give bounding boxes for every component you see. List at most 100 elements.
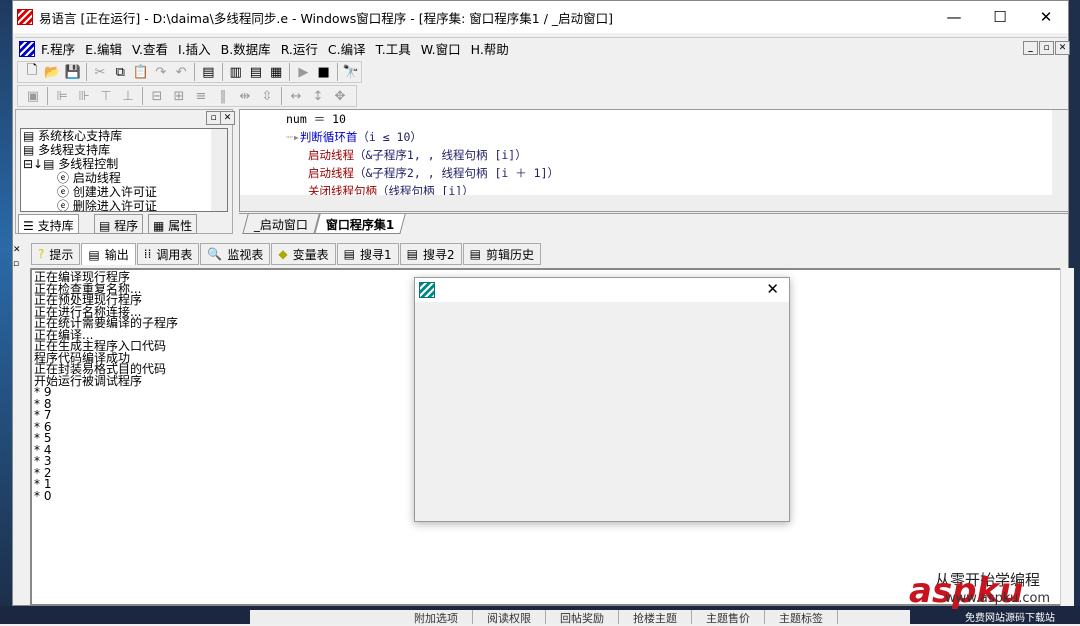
tab-library[interactable]: ☰ 支持库: [18, 214, 79, 234]
tab-properties[interactable]: ▦ 属性: [148, 214, 198, 234]
copy-icon[interactable]: ⧉: [110, 62, 130, 82]
library-panel: ▫ ✕ ▤ 系统核心支持库 ▤ 多线程支持库 ⊟↓▤ 多线程控制 ⓔ 启动线程 …: [15, 109, 235, 234]
window-title: 易语言 [正在运行] - D:\daima\多线程同步.e - Windows窗…: [39, 10, 614, 26]
form-icon[interactable]: ▣: [22, 86, 44, 106]
distribute-v-icon[interactable]: ⇳: [256, 86, 278, 106]
center-h-icon[interactable]: ⊟: [146, 86, 168, 106]
editor-vscrollbar[interactable]: [1052, 110, 1068, 196]
paste-icon[interactable]: 📋: [130, 62, 150, 82]
redo-icon[interactable]: ↷: [151, 62, 171, 82]
dialog-app-icon: [419, 282, 435, 298]
tree-item[interactable]: ⓔ 创建进入许可证: [21, 185, 227, 199]
space-v-icon[interactable]: ‖: [212, 86, 234, 106]
output-scrollbar[interactable]: [1060, 268, 1074, 606]
tree-scrollbar[interactable]: [211, 129, 227, 211]
new-file-icon[interactable]: 🗋: [22, 62, 42, 82]
undo-icon[interactable]: ↶: [171, 62, 191, 82]
tab-variables[interactable]: ◆ 变量表: [271, 243, 336, 265]
dialog-close-button[interactable]: ✕: [766, 280, 779, 298]
align-left-icon[interactable]: ⊫: [51, 86, 73, 106]
stop-icon[interactable]: ■: [314, 62, 334, 82]
center-v-icon[interactable]: ⊞: [168, 86, 190, 106]
code-line: ┈▸判断循环首（i ≤ 10）: [286, 130, 422, 144]
mdi-restore-button[interactable]: ▫: [1039, 41, 1054, 55]
tree-item[interactable]: ▤ 系统核心支持库: [21, 129, 227, 143]
cut-icon[interactable]: ✂: [90, 62, 110, 82]
bg-tab: 抢楼主题: [619, 610, 692, 625]
output-panel-close-icon[interactable]: ✕: [13, 245, 21, 255]
tree-item[interactable]: ⓔ 删除进入许可证: [21, 199, 227, 211]
find-icon[interactable]: ▤: [198, 62, 218, 82]
menu-database[interactable]: B.数据库: [221, 39, 271, 58]
same-height-icon[interactable]: ↕: [307, 86, 329, 106]
tab-search1[interactable]: ▤ 搜寻1: [336, 243, 399, 265]
code-line: 启动线程（&子程序2, , 线程句柄 [i ＋ 1]）: [308, 166, 560, 180]
tree-item[interactable]: ▤ 多线程支持库: [21, 143, 227, 157]
align-right-icon[interactable]: ⊪: [73, 86, 95, 106]
minimize-button[interactable]: —: [931, 1, 977, 33]
align-top-icon[interactable]: ⊤: [95, 86, 117, 106]
watermark: 从零开始学编程 aspku www.aspku.com 免费网站源码下载站: [905, 565, 1075, 624]
tree-item[interactable]: ⊟↓▤ 多线程控制: [21, 157, 227, 171]
panel-float-button[interactable]: ▫: [206, 111, 221, 125]
layout-1-icon[interactable]: ▥: [225, 62, 245, 82]
align-bottom-icon[interactable]: ⊥: [117, 86, 139, 106]
tab-clip-history[interactable]: ▤ 剪辑历史: [462, 243, 541, 265]
main-toolbar: 🗋 📂 💾 ✂ ⧉ 📋 ↷ ↶ ▤ ▥ ▤ ▦ ▶ ■ 🔭: [17, 61, 362, 83]
align-toolbar: ▣ ⊫ ⊪ ⊤ ⊥ ⊟ ⊞ ≡ ‖ ⇹ ⇳ ↔ ↕ ✥: [17, 85, 357, 107]
code-content: num ＝ 10 ┈▸判断循环首（i ≤ 10） 启动线程（&子程序1, , 线…: [260, 110, 559, 200]
binoculars-icon[interactable]: 🔭: [341, 62, 361, 82]
code-line: 启动线程（&子程序1, , 线程句柄 [i]）: [308, 148, 527, 162]
output-text: 正在编译现行程序 正在检查重复名称... 正在预处理现行程序 正在进行名称连接.…: [34, 270, 179, 503]
same-width-icon[interactable]: ↔: [285, 86, 307, 106]
menu-window[interactable]: W.窗口: [421, 39, 461, 58]
mdi-minimize-button[interactable]: _: [1023, 41, 1038, 55]
editor-hscrollbar[interactable]: [240, 195, 1068, 211]
tab-startup-window[interactable]: _启动窗口: [242, 214, 320, 234]
bg-tab: 附加选项: [400, 610, 473, 625]
maximize-button[interactable]: ☐: [977, 1, 1023, 33]
desktop-left: [0, 0, 12, 624]
bg-tab: 主题售价: [692, 610, 765, 625]
code-tabs: _启动窗口 窗口程序集1: [239, 213, 1069, 234]
output-panel-float-icon[interactable]: ▫: [13, 259, 19, 269]
layout-3-icon[interactable]: ▦: [266, 62, 286, 82]
menu-edit[interactable]: E.编辑: [85, 39, 122, 58]
space-h-icon[interactable]: ≡: [190, 86, 212, 106]
run-icon[interactable]: ▶: [293, 62, 313, 82]
menu-insert[interactable]: I.插入: [178, 39, 211, 58]
tab-watch[interactable]: 🔍 监视表: [200, 243, 271, 265]
bg-tab: 回帖奖励: [546, 610, 619, 625]
tab-output[interactable]: ▤ 输出: [81, 243, 136, 265]
dialog-title-bar: ✕: [415, 278, 789, 302]
tab-program[interactable]: ▤ 程序: [94, 214, 144, 234]
menu-help[interactable]: H.帮助: [471, 39, 509, 58]
app-icon: [17, 9, 33, 25]
tree-item[interactable]: ⓔ 启动线程: [21, 171, 227, 185]
save-icon[interactable]: 💾: [63, 62, 83, 82]
menu-run[interactable]: R.运行: [281, 39, 318, 58]
open-folder-icon[interactable]: 📂: [42, 62, 62, 82]
code-editor[interactable]: num ＝ 10 ┈▸判断循环首（i ≤ 10） 启动线程（&子程序1, , 线…: [239, 109, 1069, 212]
menu-bar: F.程序 E.编辑 V.查看 I.插入 B.数据库 R.运行 C.编译 T.工具…: [15, 37, 1070, 59]
menu-program[interactable]: F.程序: [41, 39, 75, 58]
close-button[interactable]: ✕: [1023, 1, 1069, 33]
tab-window-module[interactable]: 窗口程序集1: [314, 214, 407, 234]
tab-hint[interactable]: ? 提示: [31, 243, 81, 265]
bg-tab: 阅读权限: [473, 610, 546, 625]
code-line: num ＝ 10: [286, 112, 346, 126]
distribute-h-icon[interactable]: ⇹: [234, 86, 256, 106]
library-tree: ▤ 系统核心支持库 ▤ 多线程支持库 ⊟↓▤ 多线程控制 ⓔ 启动线程 ⓔ 创建…: [20, 128, 228, 212]
tab-call-stack[interactable]: ⁞⁞ 调用表: [136, 243, 200, 265]
running-program-window: ✕: [414, 277, 790, 522]
bg-tab: 主题标签: [765, 610, 838, 625]
menu-compile[interactable]: C.编译: [328, 39, 366, 58]
menu-tools[interactable]: T.工具: [376, 39, 411, 58]
panel-close-button[interactable]: ✕: [220, 111, 235, 125]
layout-2-icon[interactable]: ▤: [246, 62, 266, 82]
tab-search2[interactable]: ▤ 搜寻2: [399, 243, 462, 265]
watermark-domain: www.aspku.com: [945, 591, 1051, 606]
same-size-icon[interactable]: ✥: [329, 86, 351, 106]
menu-view[interactable]: V.查看: [132, 39, 168, 58]
mdi-close-button[interactable]: ✕: [1055, 41, 1070, 55]
